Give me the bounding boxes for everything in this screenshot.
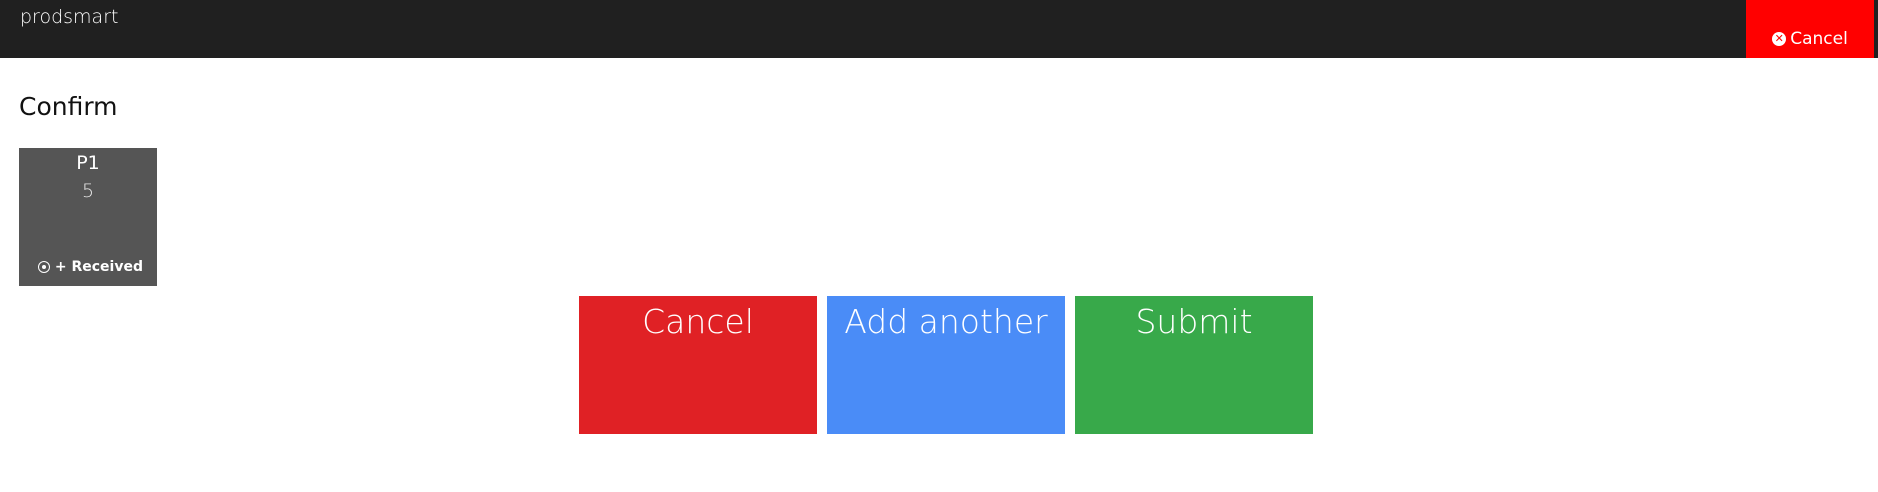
product-quantity: 5: [81, 180, 95, 202]
brand-logo: prodsmart: [20, 6, 119, 28]
product-name: P1: [76, 152, 100, 174]
page-title: Confirm: [19, 92, 118, 121]
cancel-button[interactable]: Cancel: [579, 296, 817, 434]
submit-button[interactable]: Submit: [1075, 296, 1313, 434]
header-cancel-button[interactable]: ✕ Cancel: [1746, 0, 1874, 58]
top-bar: prodsmart ✕ Cancel: [0, 0, 1878, 58]
add-another-button[interactable]: Add another: [827, 296, 1065, 434]
header-cancel-label: Cancel: [1790, 29, 1848, 49]
product-status-label: + Received: [54, 259, 143, 275]
close-circle-icon: ✕: [1772, 32, 1787, 46]
product-status: + Received: [37, 259, 143, 275]
dot-circle-icon: [37, 261, 50, 273]
product-tile[interactable]: P1 5 + Received: [19, 148, 157, 286]
